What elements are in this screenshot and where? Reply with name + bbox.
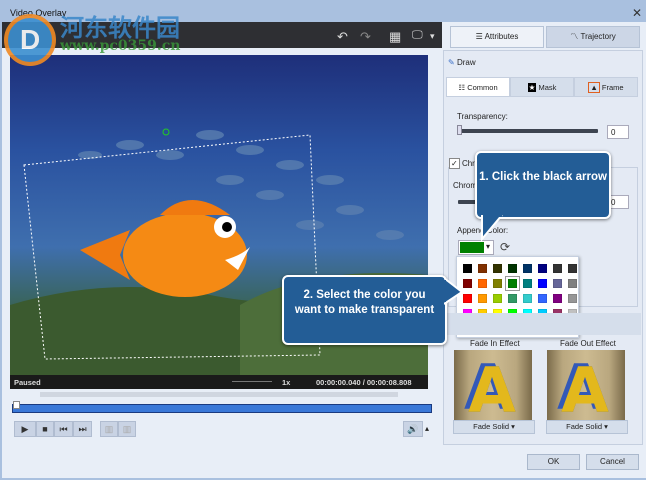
horizontal-scrollbar[interactable] <box>10 391 428 399</box>
color-dropdown-arrow[interactable]: ▾ <box>486 242 490 251</box>
subtab-frame[interactable]: ▲ Frame <box>574 77 638 97</box>
player-status-bar: Paused 1x 00:00:00.040 / 00:00:08.808 <box>10 375 428 389</box>
close-button[interactable]: ✕ <box>632 6 642 20</box>
callout-step-1: 1. Click the black arrow <box>475 151 611 219</box>
color-swatch[interactable] <box>493 294 502 303</box>
transparency-label: Transparency: <box>457 112 508 121</box>
chevron-down-icon[interactable]: ▾ <box>430 31 435 42</box>
speed-slider[interactable] <box>232 381 272 382</box>
list-icon: ☷ <box>458 83 468 92</box>
color-swatch[interactable] <box>538 264 547 273</box>
color-swatch[interactable] <box>523 294 532 303</box>
speed-value: 1x <box>282 378 291 387</box>
cancel-button[interactable]: Cancel <box>586 454 639 470</box>
display-icon[interactable]: 🖵 <box>412 29 423 42</box>
color-swatch[interactable] <box>568 264 577 273</box>
volume-button[interactable]: 🔊 <box>403 421 423 437</box>
color-swatch[interactable] <box>508 294 517 303</box>
color-swatch[interactable] <box>553 279 562 288</box>
timeline-bar[interactable] <box>12 404 432 413</box>
subtab-mask[interactable]: ★ Mask <box>510 77 574 97</box>
color-swatch[interactable] <box>568 279 577 288</box>
color-swatch[interactable] <box>508 264 517 273</box>
color-swatch[interactable] <box>478 264 487 273</box>
watermark-url: www.pc0359.cn <box>60 38 181 54</box>
undo-icon[interactable]: ↶ <box>337 29 348 45</box>
fade-in-label: Fade In Effect <box>470 339 520 348</box>
color-swatch[interactable] <box>463 279 472 288</box>
color-swatch[interactable] <box>553 264 562 273</box>
draw-section: ✎ Draw <box>448 58 476 67</box>
volume-menu-arrow[interactable]: ▴ <box>425 424 429 433</box>
tab-attributes[interactable]: ☰ Attributes <box>450 26 544 48</box>
timeline-handle[interactable] <box>13 401 20 409</box>
frame-icon: ▲ <box>588 82 600 93</box>
color-swatch[interactable] <box>478 279 487 288</box>
trajectory-icon: 〽 <box>570 32 581 41</box>
transparency-slider[interactable] <box>458 129 598 133</box>
color-swatch[interactable] <box>505 276 520 291</box>
color-swatch[interactable] <box>493 279 502 288</box>
fade-out-preview[interactable]: A <box>547 350 625 420</box>
color-swatch[interactable] <box>493 264 502 273</box>
color-swatch[interactable] <box>568 294 577 303</box>
stop-button[interactable]: ■ <box>36 421 54 437</box>
color-swatch[interactable] <box>463 294 472 303</box>
next-frame-button[interactable]: ⏭ <box>73 421 92 437</box>
goldfish <box>80 200 250 297</box>
ok-button[interactable]: OK <box>527 454 580 470</box>
color-swatch[interactable] <box>538 294 547 303</box>
fade-section-header <box>446 313 641 335</box>
color-swatch[interactable] <box>478 294 487 303</box>
watermark-logo: D <box>4 14 56 66</box>
star-icon: ★ <box>527 83 537 92</box>
color-swatch[interactable] <box>463 264 472 273</box>
brush-icon: ✎ <box>448 58 455 67</box>
reset-icon[interactable]: ⟳ <box>500 240 510 254</box>
color-swatch[interactable] <box>523 279 532 288</box>
playback-status: Paused <box>14 378 41 387</box>
mark-in-button[interactable]: ▥ <box>100 421 118 437</box>
subtab-common[interactable]: ☷ Common <box>446 77 510 97</box>
play-button[interactable]: ▶ <box>14 421 36 437</box>
fade-in-preview[interactable]: A <box>454 350 532 420</box>
fade-out-label: Fade Out Effect <box>560 339 616 348</box>
redo-icon[interactable]: ↷ <box>360 29 371 45</box>
grid-icon[interactable]: ▦ <box>389 29 401 45</box>
attributes-icon: ☰ <box>475 32 485 41</box>
selected-color-swatch <box>460 242 484 253</box>
color-swatch[interactable] <box>523 264 532 273</box>
previous-frame-button[interactable]: ⏮ <box>54 421 73 437</box>
tab-trajectory[interactable]: 〽 Trajectory <box>546 26 640 48</box>
color-swatch[interactable] <box>538 279 547 288</box>
callout-step-2: 2. Select the color you want to make tra… <box>282 275 447 345</box>
color-picker[interactable]: ▾ <box>458 240 494 255</box>
mark-out-button[interactable]: ▥ <box>118 421 136 437</box>
transparency-slider-thumb[interactable] <box>457 125 462 135</box>
time-readout: 00:00:00.040 / 00:00:08.808 <box>316 378 412 387</box>
fade-in-dropdown[interactable]: Fade Solid ▾ <box>453 420 535 434</box>
color-swatch[interactable] <box>553 294 562 303</box>
transparency-input[interactable]: 0 <box>607 125 629 139</box>
fade-out-dropdown[interactable]: Fade Solid ▾ <box>546 420 628 434</box>
callout-2-pointer <box>444 277 464 305</box>
callout-1-pointer <box>481 215 503 241</box>
